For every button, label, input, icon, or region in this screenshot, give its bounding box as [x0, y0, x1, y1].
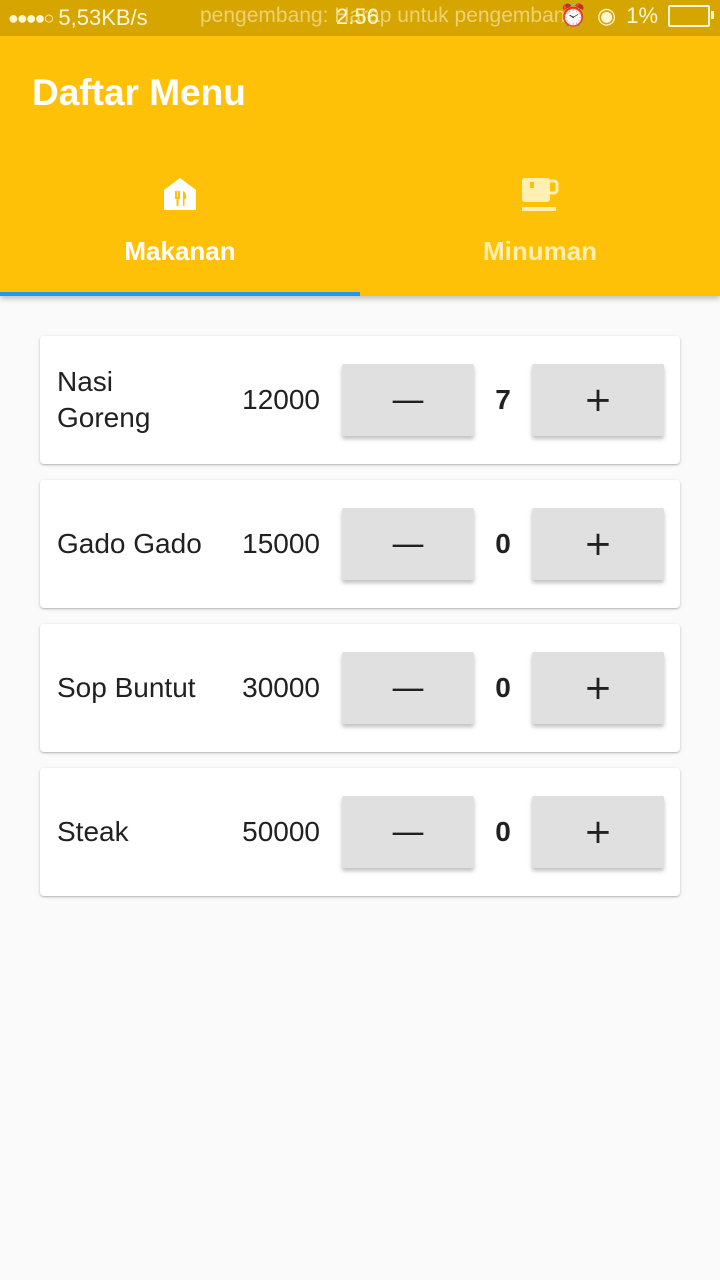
- item-price: 30000: [242, 672, 320, 703]
- menu-item-card: Nasi Goreng 12000 — 7 +: [40, 336, 680, 464]
- alarm-icon: ⏰: [559, 3, 587, 28]
- tab-label-makanan: Makanan: [124, 236, 236, 266]
- menu-item-card: Sop Buntut 30000 — 0 +: [40, 624, 680, 752]
- status-time: 2.56: [336, 4, 379, 29]
- item-quantity: 0: [495, 528, 511, 559]
- battery-icon: [668, 5, 714, 27]
- network-speed: 5,53KB/s: [58, 5, 148, 30]
- decrement-button[interactable]: —: [342, 652, 474, 724]
- increment-button[interactable]: +: [532, 364, 664, 436]
- status-bar: ●●●●○ 5,53KB/s pengembang: Harap untuk p…: [0, 0, 720, 36]
- tab-bar: Makanan Minuman: [0, 164, 720, 296]
- menu-item-card: Gado Gado 15000 — 0 +: [40, 480, 680, 608]
- item-quantity: 0: [495, 816, 511, 847]
- item-name: Gado Gado: [57, 528, 202, 559]
- decrement-button[interactable]: —: [342, 364, 474, 436]
- battery-percent: 1%: [626, 3, 658, 28]
- item-quantity: 7: [495, 384, 511, 415]
- item-name: Steak: [57, 816, 129, 847]
- tab-indicator: [0, 292, 360, 296]
- item-quantity: 0: [495, 672, 511, 703]
- item-name: Sop Buntut: [57, 672, 196, 703]
- increment-button[interactable]: +: [532, 796, 664, 868]
- tab-label-minuman: Minuman: [482, 236, 598, 266]
- app-bar: Daftar Menu Makanan Minuman: [0, 36, 720, 296]
- item-name: Nasi Goreng: [57, 366, 151, 433]
- menu-list: Nasi Goreng 12000 — 7 + Gado Gado 15000 …: [40, 336, 680, 912]
- item-price: 12000: [242, 384, 320, 415]
- decrement-button[interactable]: —: [342, 508, 474, 580]
- item-price: 15000: [242, 528, 320, 559]
- restaurant-icon: [162, 176, 198, 216]
- item-price: 50000: [242, 816, 320, 847]
- menu-item-card: Steak 50000 — 0 +: [40, 768, 680, 896]
- cup-icon: [520, 176, 560, 216]
- eye-icon: ◉: [597, 3, 617, 28]
- decrement-button[interactable]: —: [342, 796, 474, 868]
- increment-button[interactable]: +: [532, 652, 664, 724]
- page-title: Daftar Menu: [32, 72, 246, 113]
- tab-makanan[interactable]: Makanan: [0, 164, 360, 296]
- increment-button[interactable]: +: [532, 508, 664, 580]
- status-notice: pengembang: Harap untuk pengembang: [200, 4, 578, 27]
- signal-icon: ●●●●○: [8, 7, 54, 28]
- tab-minuman[interactable]: Minuman: [360, 164, 720, 296]
